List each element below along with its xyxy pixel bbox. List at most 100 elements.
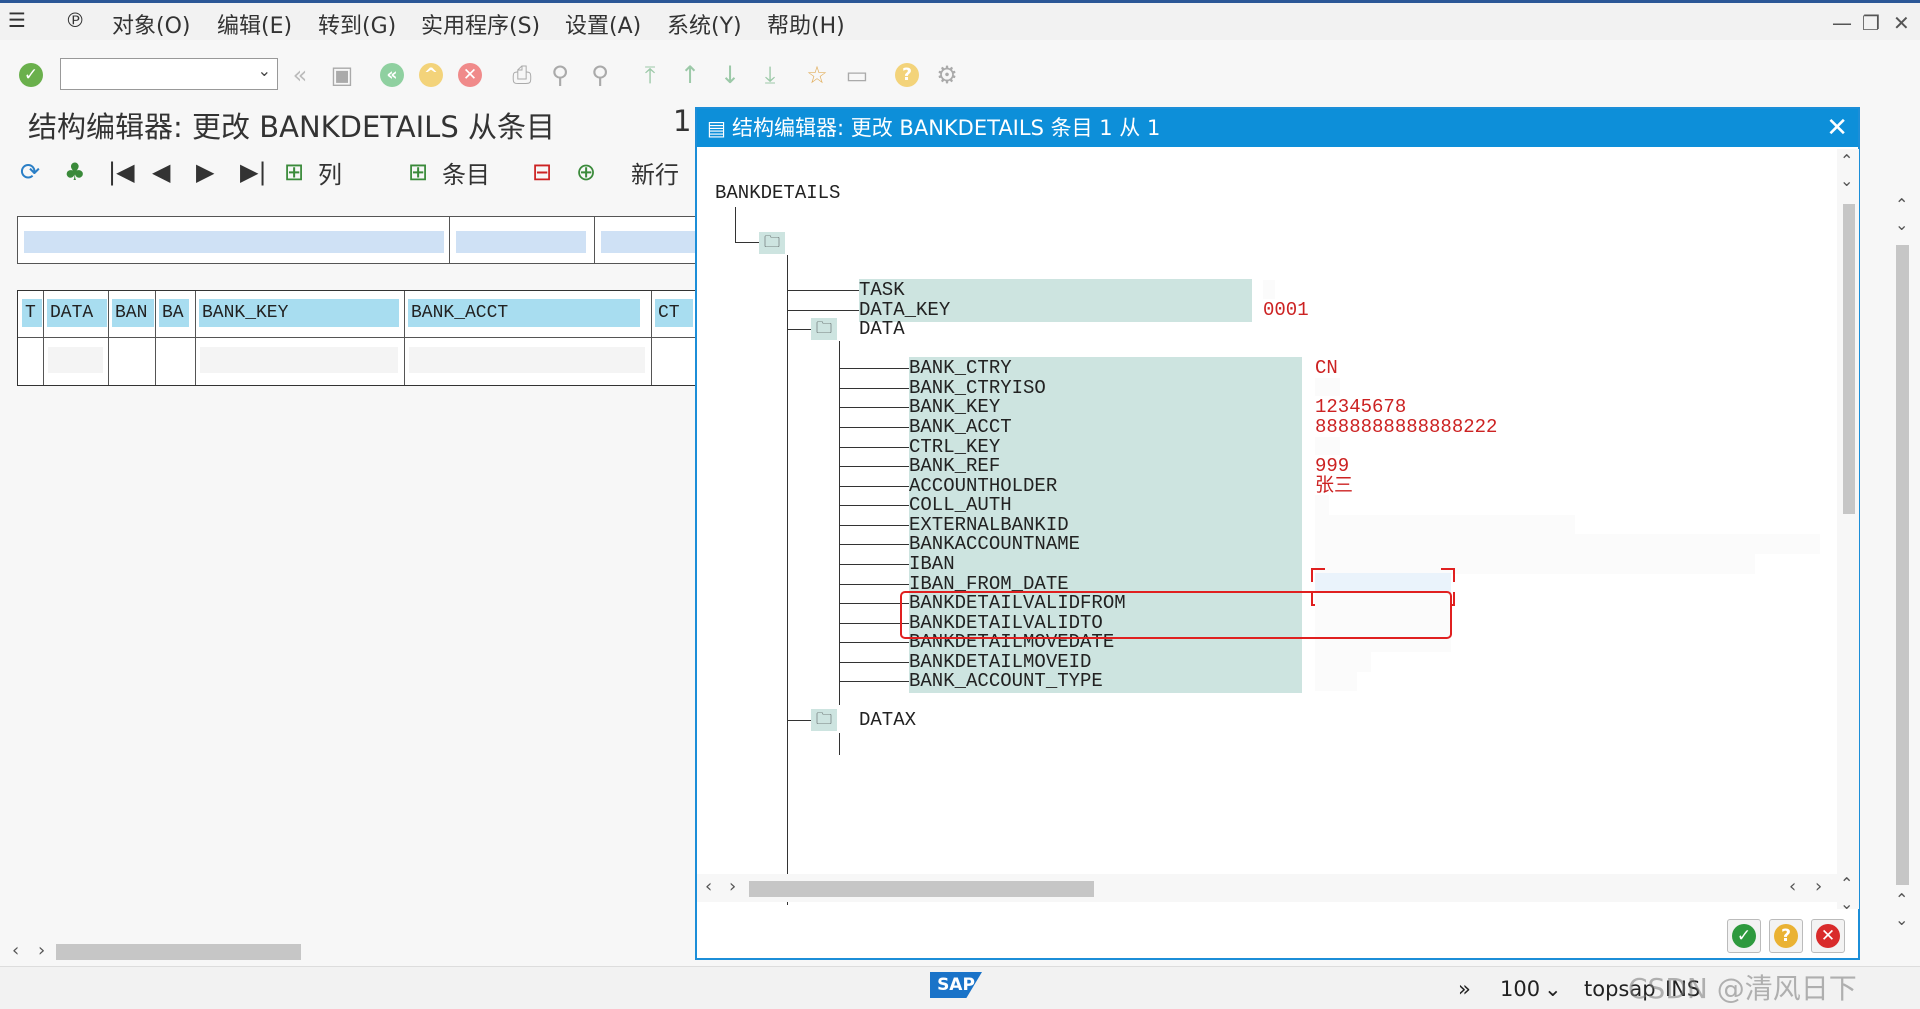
field-value[interactable] <box>1315 437 1340 457</box>
folder-icon[interactable]: 🗀 <box>759 232 785 254</box>
delete-row-icon[interactable]: ⊟ <box>532 158 576 186</box>
column-header[interactable]: BAN <box>112 299 154 327</box>
outer-vertical-scrollbar[interactable]: ⌃ ⌄ ⌃ ⌄ <box>1890 195 1915 935</box>
scroll-up-icon[interactable]: ⌃ <box>1895 195 1908 214</box>
close-icon[interactable]: ✕ <box>1826 109 1848 147</box>
find-next-icon[interactable]: ⚲ <box>583 58 617 92</box>
field-value[interactable]: 12345678 <box>1315 396 1407 418</box>
column-button[interactable]: 列 <box>318 155 408 190</box>
column-header[interactable]: CT <box>655 299 693 327</box>
field-value[interactable] <box>1315 534 1820 554</box>
horizontal-scrollbar[interactable]: ‹ › ‹ › <box>697 874 1837 902</box>
vertical-scrollbar[interactable]: ⌃ ⌄ ⌃ ⌄ <box>1837 149 1859 913</box>
next-entry-icon[interactable]: ▶ <box>196 158 240 186</box>
customize-icon[interactable]: ℗ <box>65 8 85 32</box>
last-entry-icon[interactable]: ▶| <box>240 158 284 186</box>
first-entry-icon[interactable]: |◀ <box>108 158 152 186</box>
column-header[interactable]: T <box>22 299 42 327</box>
table-cell[interactable] <box>48 347 103 373</box>
scroll-up-icon[interactable]: ⌃ <box>1895 890 1908 909</box>
field-value[interactable]: 张三 <box>1315 475 1354 497</box>
field-value[interactable]: 8888888888888222 <box>1315 416 1498 438</box>
scroll-up-icon[interactable]: ⌃ <box>1840 874 1853 893</box>
scroll-right-icon[interactable]: › <box>729 876 736 897</box>
minimize-icon[interactable]: — <box>1832 11 1852 35</box>
menu-help[interactable]: 帮助(H) <box>767 8 845 40</box>
hierarchy-icon[interactable]: ♣ <box>64 158 108 186</box>
menu-system[interactable]: 系统(Y) <box>667 8 742 40</box>
gear-icon[interactable]: ⚙ <box>930 58 964 92</box>
scroll-thumb[interactable] <box>1843 204 1855 514</box>
scroll-left-icon[interactable]: ‹ <box>705 876 712 897</box>
last-page-icon[interactable]: ⤓ <box>753 58 787 92</box>
scroll-thumb[interactable] <box>56 944 301 960</box>
back-double-icon[interactable]: « <box>283 58 317 92</box>
confirm-button[interactable]: ✓ <box>1727 919 1761 953</box>
zoom-level[interactable]: 100 <box>1500 977 1540 1001</box>
insert-row-icon[interactable]: ⊕ <box>576 158 631 186</box>
field-value[interactable]: CN <box>1315 357 1338 379</box>
horizontal-scrollbar[interactable]: ‹ › <box>0 938 700 966</box>
back-button[interactable]: « <box>375 58 409 92</box>
folder-icon[interactable]: 🗀 <box>811 709 837 731</box>
menu-utilities[interactable]: 实用程序(S) <box>421 8 540 40</box>
menu-icon[interactable]: ☰ <box>8 8 26 32</box>
status-expand-icon[interactable]: » <box>1458 977 1471 1001</box>
previous-page-icon[interactable]: ↑ <box>673 58 707 92</box>
field-value[interactable] <box>1315 495 1329 515</box>
scroll-thumb[interactable] <box>1896 245 1909 885</box>
enter-button[interactable]: ✓ <box>14 58 48 92</box>
cancel-button[interactable]: ✕ <box>1811 919 1845 953</box>
refresh-icon[interactable]: ⟳ <box>20 158 64 186</box>
close-window-icon[interactable]: ✕ <box>1893 11 1910 35</box>
scroll-left-icon[interactable]: ‹ <box>1789 876 1796 897</box>
find-icon[interactable]: ⚲ <box>543 58 577 92</box>
new-session-icon[interactable]: ☆ <box>800 58 834 92</box>
header-field[interactable] <box>24 231 444 253</box>
entry-button[interactable]: 条目 <box>442 155 532 190</box>
scroll-right-icon[interactable]: › <box>38 940 45 961</box>
scroll-left-icon[interactable]: ‹ <box>12 940 19 961</box>
menu-settings[interactable]: 设置(A) <box>565 8 641 40</box>
command-field[interactable]: ⌄ <box>60 58 278 90</box>
tree-node-value[interactable] <box>1263 280 1275 300</box>
folder-icon[interactable]: 🗀 <box>811 318 837 340</box>
help-button[interactable]: ? <box>1769 919 1803 953</box>
scroll-down-icon[interactable]: ⌄ <box>1895 215 1908 234</box>
column-header[interactable]: BANK_ACCT <box>408 299 640 327</box>
menu-object[interactable]: 对象(O) <box>112 8 190 40</box>
help-button[interactable]: ? <box>890 58 924 92</box>
column-icon[interactable]: ⊞ <box>284 158 318 186</box>
scroll-right-icon[interactable]: › <box>1815 876 1822 897</box>
header-field[interactable] <box>456 231 586 253</box>
next-page-icon[interactable]: ↓ <box>713 58 747 92</box>
menu-edit[interactable]: 编辑(E) <box>217 8 292 40</box>
first-page-icon[interactable]: ⤒ <box>633 58 667 92</box>
cancel-button[interactable]: ✕ <box>453 58 487 92</box>
field-value[interactable] <box>1315 671 1357 691</box>
field-value[interactable] <box>1315 515 1575 535</box>
field-value[interactable] <box>1315 378 1340 398</box>
column-header[interactable]: DATA <box>47 299 107 327</box>
restore-icon[interactable]: ❐ <box>1862 11 1880 35</box>
shortcut-icon[interactable]: ▭ <box>840 58 874 92</box>
scroll-thumb[interactable] <box>749 881 1094 897</box>
scroll-down-icon[interactable]: ⌄ <box>1895 910 1908 929</box>
scroll-up-icon[interactable]: ⌃ <box>1840 151 1853 170</box>
table-cell[interactable] <box>409 347 645 373</box>
field-value[interactable] <box>1315 652 1371 672</box>
field-value[interactable]: 999 <box>1315 455 1350 477</box>
scroll-down-icon[interactable]: ⌄ <box>1840 894 1853 913</box>
exit-button[interactable]: ^ <box>414 58 448 92</box>
field-value[interactable] <box>1315 554 1755 574</box>
header-field[interactable] <box>601 231 696 253</box>
save-icon[interactable]: ▣ <box>325 58 359 92</box>
menu-goto[interactable]: 转到(G) <box>318 8 396 40</box>
scroll-down-icon[interactable]: ⌄ <box>1840 171 1853 190</box>
previous-entry-icon[interactable]: ◀ <box>152 158 196 186</box>
tree-node-value[interactable]: 0001 <box>1263 299 1309 321</box>
table-cell[interactable] <box>200 347 398 373</box>
column-header[interactable]: BANK_KEY <box>199 299 399 327</box>
print-icon[interactable]: ⎙ <box>505 58 539 92</box>
column-header[interactable]: BA <box>159 299 189 327</box>
